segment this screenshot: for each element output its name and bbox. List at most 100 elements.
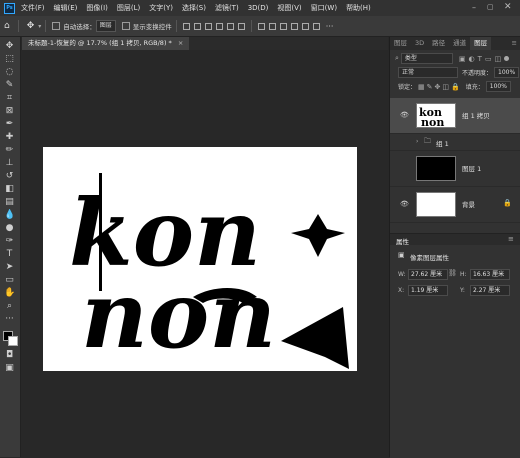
background-color-swatch[interactable] [8, 336, 18, 346]
link-icon[interactable]: ⛓ [448, 269, 457, 277]
blend-mode-dropdown[interactable]: 正常 [398, 67, 458, 78]
show-transform-controls-checkbox[interactable] [121, 22, 130, 30]
marquee-tool-icon[interactable]: ⬚ [4, 54, 15, 65]
tab-properties[interactable]: 属性 [396, 236, 409, 246]
distribute-left-icon[interactable] [257, 22, 265, 30]
distribute-middle-icon[interactable] [301, 22, 309, 30]
panel-menu-icon[interactable]: ≡ [508, 37, 520, 50]
align-center-icon[interactable] [193, 22, 201, 30]
more-tools-icon[interactable]: ··· [4, 314, 15, 325]
tab-layers[interactable]: 图层 [470, 37, 492, 50]
height-field[interactable]: 16.63 厘米 [470, 269, 510, 280]
lock-position-icon[interactable]: ✥ [435, 83, 441, 91]
menu-layer[interactable]: 图层(L) [117, 3, 140, 13]
tab-3d[interactable]: 3D [411, 37, 428, 50]
chevron-right-icon[interactable]: › [416, 138, 418, 145]
y-field[interactable]: 2.27 厘米 [470, 285, 510, 296]
canvas-area[interactable]: kon non [21, 50, 388, 457]
auto-select-target-dropdown[interactable]: 图层 [95, 20, 116, 32]
menu-select[interactable]: 选择(S) [182, 3, 206, 13]
blur-tool-icon[interactable]: 💧 [4, 210, 15, 221]
healing-brush-tool-icon[interactable]: ✚ [4, 132, 15, 143]
move-tool-icon[interactable]: ✥ [4, 41, 15, 52]
screen-mode-icon[interactable]: ▣ [4, 363, 15, 374]
hand-tool-icon[interactable]: ✋ [4, 288, 15, 299]
visibility-eye-icon[interactable]: 👁 [400, 200, 409, 208]
path-select-tool-icon[interactable]: ➤ [4, 262, 15, 273]
tab-paths[interactable]: 路径 [428, 37, 449, 50]
align-right-icon[interactable] [204, 22, 212, 30]
home-icon[interactable]: ⌂ [4, 21, 10, 31]
filter-toggle-icon[interactable] [504, 56, 510, 61]
menu-filter[interactable]: 滤镜(T) [215, 3, 239, 13]
menu-image[interactable]: 图像(I) [86, 3, 108, 13]
crop-tool-icon[interactable]: ⌗ [4, 93, 15, 104]
align-top-icon[interactable] [215, 22, 223, 30]
history-brush-tool-icon[interactable]: ↺ [4, 171, 15, 182]
opacity-field[interactable]: 100% [494, 67, 520, 78]
dodge-tool-icon[interactable]: ● [4, 223, 15, 234]
layer-filter-kind-dropdown[interactable]: 类型 [400, 53, 453, 64]
lock-artboard-icon[interactable]: ◫ [442, 83, 449, 91]
lasso-tool-icon[interactable]: ◌ [4, 67, 15, 78]
document-tab[interactable]: 未标题-1-恢复的 @ 17.7% (组 1 拷贝, RGB/8) * × [22, 37, 190, 50]
eyedropper-tool-icon[interactable]: ✒ [4, 119, 15, 130]
quick-select-tool-icon[interactable]: ✎ [4, 80, 15, 91]
distribute-top-icon[interactable] [290, 22, 298, 30]
filter-type-icon[interactable]: T [478, 55, 482, 63]
divider [250, 20, 252, 32]
menu-help[interactable]: 帮助(H) [346, 3, 371, 13]
clone-stamp-tool-icon[interactable]: ⊥ [4, 158, 15, 169]
layer-row-group[interactable]: › 🗀 组 1 [390, 134, 520, 151]
distribute-right-icon[interactable] [279, 22, 287, 30]
visibility-eye-icon[interactable]: 👁 [400, 111, 409, 119]
menu-3d[interactable]: 3D(D) [248, 4, 269, 12]
lock-transparent-icon[interactable]: ▦ [418, 83, 425, 91]
lock-pixels-icon[interactable]: ✎ [427, 83, 433, 91]
layer-row-group-copy[interactable]: 👁 kon non 组 1 拷贝 [390, 98, 520, 134]
filter-shape-icon[interactable]: ▭ [485, 55, 492, 63]
distribute-center-icon[interactable] [268, 22, 276, 30]
close-window-icon[interactable]: ✕ [504, 2, 512, 12]
distribute-bottom-icon[interactable] [312, 22, 320, 30]
move-tool-icon[interactable]: ✥ [27, 21, 35, 31]
filter-adjustment-icon[interactable]: ◐ [469, 55, 475, 63]
menu-edit[interactable]: 编辑(E) [54, 3, 78, 13]
tab-layers-alt[interactable]: 图层 [390, 37, 411, 50]
quick-mask-icon[interactable]: ◘ [4, 350, 15, 361]
auto-select-checkbox[interactable] [52, 22, 61, 30]
menu-file[interactable]: 文件(F) [21, 3, 45, 13]
pen-tool-icon[interactable]: ✑ [4, 236, 15, 247]
align-middle-icon[interactable] [226, 22, 234, 30]
filter-smart-object-icon[interactable]: ◫ [495, 55, 502, 63]
type-tool-icon[interactable]: T [4, 249, 15, 260]
filter-pixel-icon[interactable]: ▣ [459, 55, 466, 63]
more-options-icon[interactable]: ··· [326, 22, 334, 31]
artwork-word-bottom: non [81, 261, 276, 369]
zoom-tool-icon[interactable]: ⌕ [4, 301, 15, 312]
align-bottom-icon[interactable] [237, 22, 245, 30]
tab-channels[interactable]: 通道 [449, 37, 470, 50]
minimize-icon[interactable]: – [472, 3, 476, 12]
fill-field[interactable]: 100% [485, 81, 511, 92]
menu-window[interactable]: 窗口(W) [311, 3, 337, 13]
brush-tool-icon[interactable]: ✏ [4, 145, 15, 156]
layer-row-background[interactable]: 👁 背景 🔒 [390, 187, 520, 223]
eraser-tool-icon[interactable]: ◧ [4, 184, 15, 195]
menu-view[interactable]: 视图(V) [277, 3, 301, 13]
close-tab-icon[interactable]: × [178, 39, 183, 47]
chevron-down-icon[interactable]: ▾ [38, 23, 41, 30]
layer-row-layer1[interactable]: 图层 1 [390, 151, 520, 187]
lock-all-icon[interactable]: 🔒 [451, 83, 460, 91]
x-field[interactable]: 1.19 厘米 [408, 285, 448, 296]
menu-type[interactable]: 文字(Y) [149, 3, 173, 13]
panel-menu-icon[interactable]: ≡ [508, 235, 514, 243]
shape-tool-icon[interactable]: ▭ [4, 275, 15, 286]
maximize-icon[interactable]: ▢ [487, 3, 494, 11]
gradient-tool-icon[interactable]: ▤ [4, 197, 15, 208]
width-field[interactable]: 27.62 厘米 [408, 269, 448, 280]
divider [175, 20, 177, 32]
align-left-icon[interactable] [182, 22, 190, 30]
frame-tool-icon[interactable]: ⊠ [4, 106, 15, 117]
document-canvas[interactable]: kon non [43, 147, 357, 371]
